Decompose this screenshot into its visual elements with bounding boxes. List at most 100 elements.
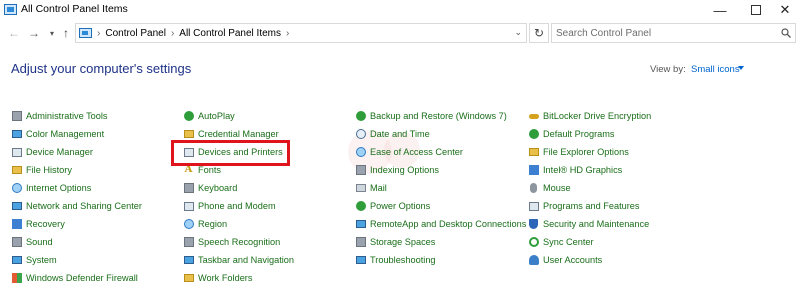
mail-icon: [355, 183, 366, 194]
item-remoteapp-desktop-connections[interactable]: RemoteApp and Desktop Connections: [355, 215, 526, 233]
breadcrumb-control-panel[interactable]: Control Panel: [105, 28, 166, 39]
item-devices-and-printers[interactable]: Devices and Printers: [183, 143, 283, 161]
breadcrumb-separator[interactable]: ›: [286, 28, 289, 39]
item-label: Power Options: [370, 201, 431, 211]
item-security-and-maintenance[interactable]: Security and Maintenance: [528, 215, 649, 233]
remoteapp-icon: [355, 219, 366, 230]
recovery-icon: [11, 219, 22, 230]
item-recovery[interactable]: Recovery: [11, 215, 65, 233]
item-label: Mail: [370, 183, 387, 193]
item-label: Mouse: [543, 183, 571, 193]
up-arrow-icon: ↑: [63, 26, 69, 40]
item-label: Taskbar and Navigation: [198, 255, 295, 265]
close-button[interactable]: ✕: [770, 0, 800, 20]
item-default-programs[interactable]: Default Programs: [528, 125, 615, 143]
item-device-manager[interactable]: Device Manager: [11, 143, 93, 161]
item-label: Date and Time: [370, 129, 430, 139]
item-label: BitLocker Drive Encryption: [543, 111, 652, 121]
view-by-dropdown[interactable]: Small icons: [691, 64, 740, 75]
item-label: Backup and Restore (Windows 7): [370, 111, 507, 121]
item-administrative-tools[interactable]: Administrative Tools: [11, 107, 108, 125]
item-troubleshooting[interactable]: Troubleshooting: [355, 251, 436, 269]
breadcrumb-separator[interactable]: ›: [171, 28, 174, 39]
item-power-options[interactable]: Power Options: [355, 197, 430, 215]
forward-arrow-icon: →: [28, 26, 40, 40]
ease-of-access-icon: [355, 147, 366, 158]
item-taskbar-and-navigation[interactable]: Taskbar and Navigation: [183, 251, 294, 269]
sync-center-icon: [528, 237, 539, 248]
maximize-button[interactable]: [738, 0, 774, 20]
mouse-icon: [528, 183, 539, 194]
item-keyboard[interactable]: Keyboard: [183, 179, 237, 197]
item-storage-spaces[interactable]: Storage Spaces: [355, 233, 435, 251]
search-input[interactable]: Search Control Panel: [551, 23, 796, 43]
item-ease-of-access-center[interactable]: Ease of Access Center: [355, 143, 463, 161]
autoplay-icon: [183, 111, 194, 122]
address-dropdown-icon[interactable]: ⌄: [514, 27, 522, 38]
item-bitlocker[interactable]: BitLocker Drive Encryption: [528, 107, 651, 125]
taskbar-icon: [183, 255, 194, 266]
refresh-icon: ↻: [533, 26, 545, 40]
region-icon: [183, 219, 194, 230]
item-file-history[interactable]: File History: [11, 161, 72, 179]
item-programs-and-features[interactable]: Programs and Features: [528, 197, 640, 215]
item-fonts[interactable]: A Fonts: [183, 161, 221, 179]
minimize-button[interactable]: —: [702, 0, 738, 20]
internet-options-icon: [11, 183, 22, 194]
item-label: Programs and Features: [543, 201, 640, 211]
item-region[interactable]: Region: [183, 215, 227, 233]
back-arrow-icon: ←: [8, 26, 20, 40]
item-file-explorer-options[interactable]: File Explorer Options: [528, 143, 629, 161]
device-manager-icon: [11, 147, 22, 158]
back-button[interactable]: ←: [6, 25, 22, 41]
up-button[interactable]: ↑: [58, 25, 74, 41]
item-speech-recognition[interactable]: Speech Recognition: [183, 233, 280, 251]
item-backup-and-restore[interactable]: Backup and Restore (Windows 7): [355, 107, 507, 125]
item-label: Speech Recognition: [198, 237, 281, 247]
speech-recognition-icon: [183, 237, 194, 248]
refresh-button[interactable]: ↻: [529, 23, 549, 43]
troubleshooting-icon: [355, 255, 366, 266]
item-network-sharing-center[interactable]: Network and Sharing Center: [11, 197, 142, 215]
item-intel-hd-graphics[interactable]: Intel® HD Graphics: [528, 161, 622, 179]
item-label: File Explorer Options: [543, 147, 629, 157]
sound-icon: [11, 237, 22, 248]
item-label: Work Folders: [198, 273, 253, 283]
phone-modem-icon: [183, 201, 194, 212]
item-user-accounts[interactable]: User Accounts: [528, 251, 602, 269]
item-phone-and-modem[interactable]: Phone and Modem: [183, 197, 276, 215]
item-label: Devices and Printers: [198, 147, 283, 157]
chevron-down-icon: ▾: [49, 28, 54, 38]
item-label: System: [26, 255, 57, 265]
item-mail[interactable]: Mail: [355, 179, 387, 197]
item-autoplay[interactable]: AutoPlay: [183, 107, 235, 125]
item-work-folders[interactable]: Work Folders: [183, 269, 252, 287]
item-windows-defender-firewall[interactable]: Windows Defender Firewall: [11, 269, 138, 287]
item-internet-options[interactable]: Internet Options: [11, 179, 91, 197]
item-credential-manager[interactable]: Credential Manager: [183, 125, 279, 143]
forward-button[interactable]: →: [26, 25, 42, 41]
item-indexing-options[interactable]: Indexing Options: [355, 161, 439, 179]
item-label: AutoPlay: [198, 111, 235, 121]
file-history-icon: [11, 165, 22, 176]
item-label: Color Management: [26, 129, 105, 139]
item-mouse[interactable]: Mouse: [528, 179, 571, 197]
breadcrumb-all-items[interactable]: All Control Panel Items: [179, 28, 281, 39]
chevron-down-icon[interactable]: [738, 66, 744, 70]
item-system[interactable]: System: [11, 251, 57, 269]
item-color-management[interactable]: Color Management: [11, 125, 104, 143]
view-by-label: View by:: [650, 64, 686, 75]
fonts-icon: A: [184, 164, 193, 175]
item-sync-center[interactable]: Sync Center: [528, 233, 594, 251]
item-date-and-time[interactable]: Date and Time: [355, 125, 430, 143]
item-label: Troubleshooting: [370, 255, 436, 265]
address-bar[interactable]: › Control Panel › All Control Panel Item…: [75, 23, 527, 43]
color-management-icon: [11, 129, 22, 140]
item-label: Device Manager: [26, 147, 93, 157]
item-label: Intel® HD Graphics: [543, 165, 623, 175]
item-sound[interactable]: Sound: [11, 233, 53, 251]
file-explorer-options-icon: [528, 147, 539, 158]
title-bar: All Control Panel Items — ✕: [0, 0, 800, 20]
devices-printers-icon: [183, 147, 194, 158]
item-label: Fonts: [198, 165, 221, 175]
